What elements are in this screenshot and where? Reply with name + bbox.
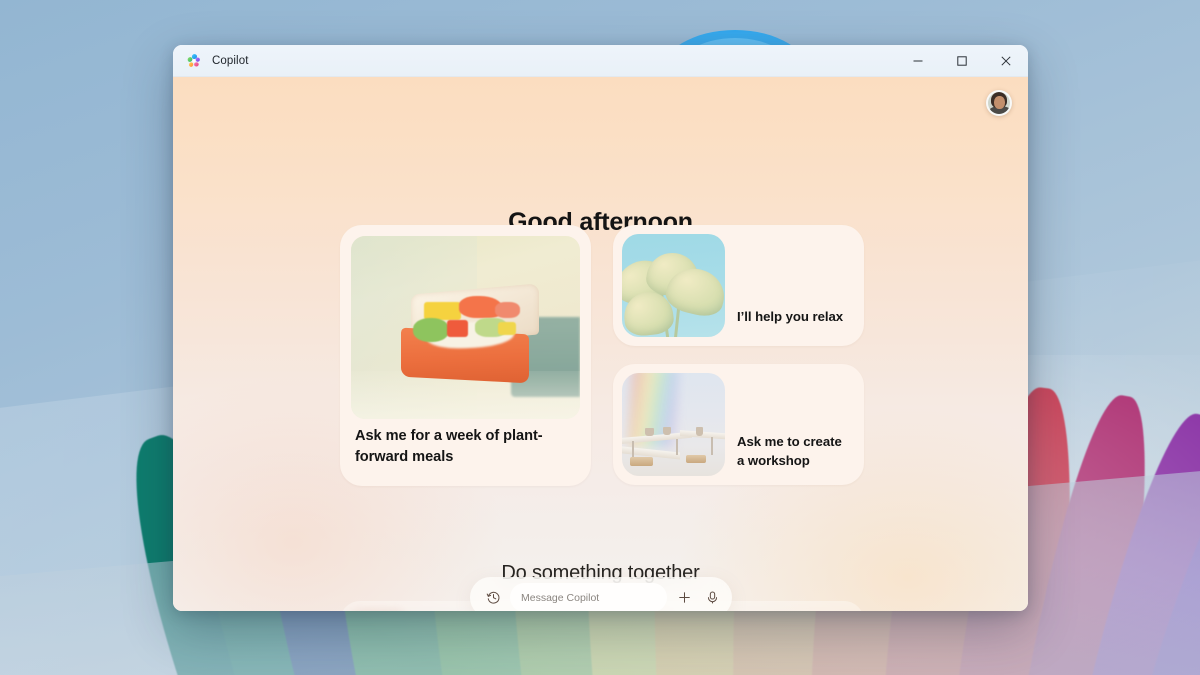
suggestion-card-relax[interactable]: I’ll help you relax bbox=[613, 225, 864, 346]
suggestion-cards-column: I’ll help you relax Ask me to create a w… bbox=[613, 225, 864, 486]
close-button[interactable] bbox=[984, 45, 1028, 77]
minimize-button[interactable] bbox=[896, 45, 940, 77]
suggestion-card-workshop-label: Ask me to create a workshop bbox=[737, 433, 842, 468]
history-clock-icon[interactable] bbox=[479, 584, 507, 612]
copilot-logo-icon bbox=[186, 53, 202, 69]
plus-icon[interactable] bbox=[670, 584, 698, 612]
search-input[interactable] bbox=[510, 583, 667, 611]
wallpaper-ribbon bbox=[1123, 426, 1200, 675]
microphone-icon[interactable] bbox=[698, 584, 726, 612]
message-composer bbox=[470, 577, 732, 611]
bento-box-image bbox=[351, 236, 580, 419]
suggestion-card-meals[interactable]: Ask me for a week of plant-forward meals bbox=[340, 225, 591, 486]
suggestion-card-meals-label: Ask me for a week of plant-forward meals bbox=[355, 428, 543, 465]
copilot-window: Copilot Good afternoon Ask me for a week… bbox=[173, 45, 1028, 611]
suggestion-cards: Ask me for a week of plant-forward meals bbox=[340, 225, 864, 486]
wallpaper-ribbon bbox=[1010, 387, 1173, 675]
window-title: Copilot bbox=[212, 54, 249, 67]
suggestion-card-workshop[interactable]: Ask me to create a workshop bbox=[613, 364, 864, 485]
suggestion-card-relax-label: I’ll help you relax bbox=[737, 308, 844, 324]
avatar[interactable] bbox=[986, 90, 1012, 116]
wallpaper-ribbon bbox=[1069, 404, 1200, 675]
maximize-button[interactable] bbox=[940, 45, 984, 77]
avatar-face bbox=[993, 96, 1005, 109]
copilot-home-surface: Good afternoon Ask me for a week of plan… bbox=[173, 77, 1028, 611]
desktop-background: Copilot Good afternoon Ask me for a week… bbox=[0, 0, 1200, 675]
lotus-leaves-image bbox=[622, 234, 725, 337]
workshop-room-image bbox=[622, 373, 725, 476]
window-controls bbox=[896, 45, 1028, 77]
window-titlebar[interactable]: Copilot bbox=[173, 45, 1028, 77]
